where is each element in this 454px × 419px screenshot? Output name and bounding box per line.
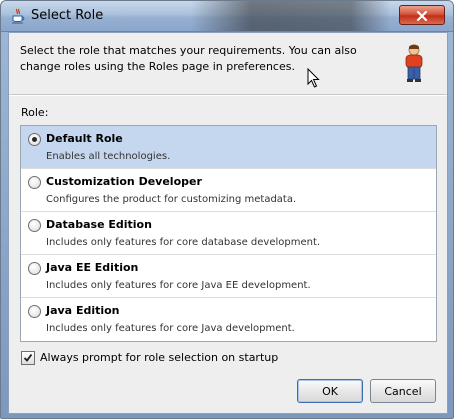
role-description: Configures the product for customizing m… (46, 194, 297, 205)
role-name: Java Edition (46, 304, 120, 317)
radio-button-default-role[interactable] (28, 133, 41, 146)
title-bar-obscured-area (191, 1, 391, 31)
role-description: Enables all technologies. (46, 151, 171, 162)
radio-button-java-ee-edition[interactable] (28, 262, 41, 275)
always-prompt-checkbox[interactable] (21, 351, 35, 365)
role-list: Default Role Enables all technologies. C… (20, 125, 437, 342)
title-bar[interactable]: Select Role (1, 1, 453, 32)
radio-button-java-edition[interactable] (28, 305, 41, 318)
cancel-button[interactable]: Cancel (370, 379, 436, 403)
close-button[interactable] (399, 5, 445, 25)
mouse-cursor-icon (307, 67, 321, 90)
role-item-customization-developer[interactable]: Customization Developer Configures the p… (21, 169, 436, 212)
close-icon (416, 6, 428, 25)
ok-button[interactable]: OK (297, 379, 363, 403)
role-item-java-edition[interactable]: Java Edition Includes only features for … (21, 298, 436, 341)
always-prompt-label: Always prompt for role selection on star… (40, 351, 279, 364)
header-separator (9, 94, 447, 96)
window-title: Select Role (31, 8, 104, 23)
select-role-dialog: Select Role Select the role that matches… (0, 0, 454, 419)
role-name: Default Role (46, 132, 123, 145)
role-name: Customization Developer (46, 175, 202, 188)
dialog-description: Select the role that matches your requir… (20, 44, 357, 73)
person-icon (402, 43, 426, 85)
role-item-database-edition[interactable]: Database Edition Includes only features … (21, 212, 436, 255)
dialog-body: Select the role that matches your requir… (8, 32, 448, 414)
role-name: Database Edition (46, 218, 152, 231)
role-name: Java EE Edition (46, 261, 139, 274)
java-cup-icon (11, 8, 25, 24)
checkmark-icon (23, 353, 33, 362)
role-item-java-ee-edition[interactable]: Java EE Edition Includes only features f… (21, 255, 436, 298)
role-description: Includes only features for core Java dev… (46, 323, 295, 334)
radio-button-customization-developer[interactable] (28, 176, 41, 189)
role-label: Role: (21, 106, 49, 119)
role-item-default-role[interactable]: Default Role Enables all technologies. (21, 126, 436, 169)
radio-button-database-edition[interactable] (28, 219, 41, 232)
role-description: Includes only features for core Java EE … (46, 280, 311, 291)
role-description: Includes only features for core database… (46, 237, 321, 248)
